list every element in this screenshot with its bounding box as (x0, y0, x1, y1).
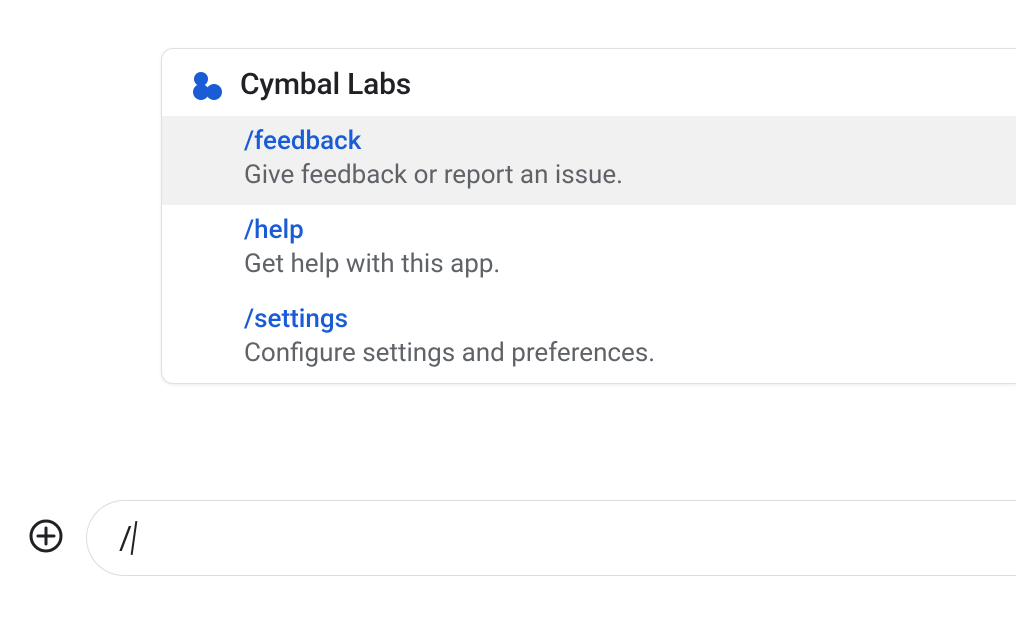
command-name: /help (244, 215, 988, 245)
command-description: Get help with this app. (244, 247, 988, 282)
command-name: /settings (244, 304, 988, 334)
input-value: / (119, 519, 135, 557)
app-icon (190, 69, 222, 101)
app-name: Cymbal Labs (240, 67, 411, 102)
command-popup: Cymbal Labs /feedback Give feedback or r… (161, 48, 1016, 384)
command-item-feedback[interactable]: /feedback Give feedback or report an iss… (162, 116, 1016, 205)
command-list: /feedback Give feedback or report an iss… (162, 116, 1016, 383)
command-item-settings[interactable]: /settings Configure settings and prefere… (162, 294, 1016, 383)
command-name: /feedback (244, 126, 988, 156)
popup-header: Cymbal Labs (162, 49, 1016, 116)
command-item-help[interactable]: /help Get help with this app. (162, 205, 1016, 294)
input-row: / (28, 500, 1016, 576)
command-description: Configure settings and preferences. (244, 336, 988, 371)
command-description: Give feedback or report an issue. (244, 158, 988, 193)
plus-circle-icon (28, 518, 64, 558)
message-input[interactable]: / (86, 500, 1016, 576)
add-button[interactable] (28, 520, 64, 556)
